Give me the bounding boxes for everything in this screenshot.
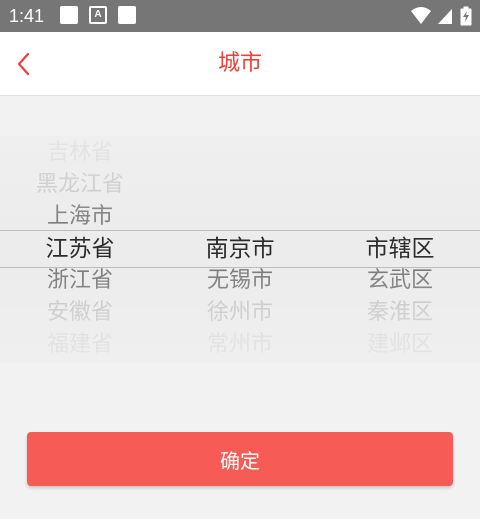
picker-item[interactable]: 市辖区 <box>320 233 480 265</box>
picker-item[interactable]: 无锡市 <box>160 265 320 297</box>
battery-charging-icon <box>460 6 472 26</box>
back-button[interactable] <box>6 46 42 82</box>
picker-item[interactable]: 徐州市 <box>160 297 320 329</box>
confirm-button[interactable]: 确定 <box>27 432 453 486</box>
chevron-left-icon <box>17 52 30 76</box>
page-title: 城市 <box>217 51 262 76</box>
picker-item[interactable]: 常州市 <box>160 329 320 361</box>
selection-line-bottom <box>0 267 480 268</box>
address-picker: 吉林省 黑龙江省 上海市 江苏省 浙江省 安徽省 福建省 南京市 无锡市 徐州市 常州市 市辖区玄… <box>0 136 480 362</box>
city-wheel[interactable]: 南京市 无锡市 徐州市 常州市 <box>160 136 320 362</box>
wifi-icon <box>411 7 431 24</box>
status-bar: 1:41 A <box>0 0 480 32</box>
picker-item[interactable]: 福建省 <box>0 329 160 361</box>
picker-item[interactable]: 安徽省 <box>0 297 160 329</box>
province-wheel[interactable]: 吉林省 黑龙江省 上海市 江苏省 浙江省 安徽省 福建省 <box>0 136 160 362</box>
district-wheel[interactable]: 市辖区 玄武区 秦淮区 建邺区 <box>320 136 480 362</box>
picker-item[interactable]: 南京市 <box>160 233 320 265</box>
picker-item[interactable]: 浙江省 <box>0 265 160 297</box>
signal-icon <box>438 9 452 24</box>
a-letter-icon: A <box>89 6 107 24</box>
picker-item[interactable]: 吉林省 <box>0 137 160 169</box>
picker-item[interactable]: 秦淮区 <box>320 297 480 329</box>
image-icon <box>118 6 136 24</box>
picker-item[interactable]: 黑龙江省 <box>0 169 160 201</box>
picker-item[interactable]: 玄武区 <box>320 265 480 297</box>
picker-item[interactable]: 上海市 <box>0 201 160 233</box>
image-icon <box>60 6 78 24</box>
picker-item[interactable]: 建邺区 <box>320 329 480 361</box>
top-app-bar: 城市 <box>0 32 480 96</box>
picker-item[interactable]: 江苏省 <box>0 233 160 265</box>
status-time: 1:41 <box>9 6 45 26</box>
selection-line-top <box>0 230 480 231</box>
